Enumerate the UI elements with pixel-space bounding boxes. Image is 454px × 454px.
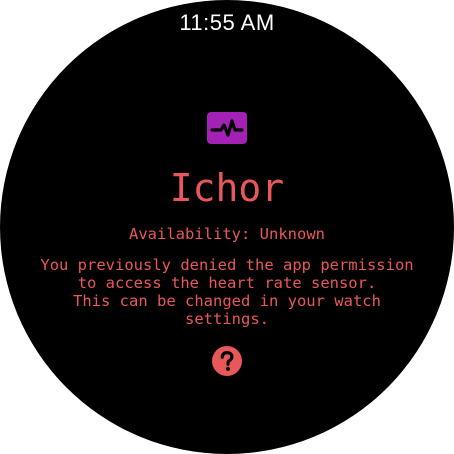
heart-rate-icon [207, 112, 247, 144]
app-title: Ichor [169, 166, 285, 210]
heart-rate-icon-bg [207, 112, 247, 144]
status-time: 11:55 AM [179, 10, 275, 35]
help-question-icon[interactable] [211, 345, 243, 377]
permission-message-line: You previously denied the app permission [40, 256, 414, 274]
permission-message-line: settings. [185, 310, 269, 328]
availability-status: Availability: Unknown [129, 225, 325, 243]
permission-message: You previously denied the app permission… [20, 256, 434, 328]
watch-screen: 11:55 AM Ichor Availability: Unknown You… [0, 0, 454, 454]
permission-message-line: to access the heart rate sensor. [77, 274, 377, 292]
permission-message-line: This can be changed in your watch [73, 292, 381, 310]
